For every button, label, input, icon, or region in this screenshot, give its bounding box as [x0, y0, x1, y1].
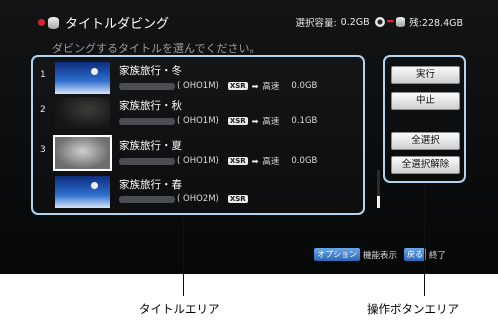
select-all-button[interactable]: 全選択 — [391, 132, 460, 150]
arrow-right-icon: ➡ — [386, 17, 395, 27]
footer-back-hint: 戻る 終了 — [404, 248, 446, 261]
title-size: 0.0GB — [291, 156, 318, 166]
back-key: 戻る — [404, 248, 426, 261]
title-name: 家族旅行・春 — [119, 179, 182, 191]
title-meta: ( OHO1M) XSR ➡ 高速 0.1GB — [119, 115, 317, 127]
header-title-group: タイトルダビング — [38, 13, 169, 32]
callout-line-title-area — [183, 215, 184, 296]
dub-speed: 高速 — [262, 117, 280, 127]
blurred-date — [119, 117, 175, 125]
row-number: 1 — [40, 70, 46, 80]
dub-speed: 高速 — [262, 157, 280, 167]
callout-button-area: 操作ボタンエリア — [367, 302, 459, 316]
title-duration: ( OHO2M) — [177, 194, 219, 204]
title-duration: ( OHO1M) — [177, 156, 219, 166]
capacity-value: 0.2GB — [340, 16, 370, 28]
title-meta: ( OHO1M) XSR ➡ 高速 0.0GB — [119, 155, 317, 167]
arrow-icon: ➡ — [251, 156, 259, 166]
row-number: 2 — [40, 105, 46, 115]
instruction-text: ダビングするタイトルを選んでください。 — [52, 42, 261, 55]
rec-mode-badge: XSR — [227, 117, 248, 125]
red-marker-icon — [38, 19, 45, 26]
arrow-icon: ➡ — [251, 116, 259, 126]
back-hint-label: 終了 — [429, 250, 447, 261]
title-list-panel: 1 家族旅行・冬 ( OHO1M) XSR ➡ 高速 0.0GB 2 家族旅行・… — [31, 55, 365, 215]
title-size: 0.1GB — [291, 116, 318, 126]
capacity-readout: 選択容量: 0.2GB ➡ 残:228.4GB — [295, 15, 463, 30]
title-duration: ( OHO1M) — [177, 116, 219, 126]
title-row[interactable]: 1 家族旅行・冬 ( OHO1M) XSR ➡ 高速 0.0GB — [33, 60, 363, 95]
stop-button[interactable]: 中止 — [391, 92, 460, 110]
blurred-date — [119, 82, 175, 90]
rec-mode-badge: XSR — [227, 195, 248, 203]
rec-mode-badge: XSR — [227, 82, 248, 90]
page-title: タイトルダビング — [65, 17, 170, 32]
disc-icon — [374, 17, 385, 27]
arrow-icon: ➡ — [251, 81, 259, 91]
rec-mode-badge: XSR — [227, 157, 248, 165]
deselect-all-button[interactable]: 全選択解除 — [391, 156, 460, 174]
title-meta: ( OHO1M) XSR ➡ 高速 0.0GB — [119, 80, 317, 92]
hdd-small-icon — [396, 17, 406, 27]
remaining-capacity: 残:228.4GB — [409, 18, 463, 29]
hdd-icon — [48, 16, 59, 29]
title-row[interactable]: 家族旅行・春 ( OHO2M) XSR — [33, 174, 363, 209]
capacity-label: 選択容量: — [295, 18, 337, 29]
title-duration: ( OHO1M) — [177, 81, 219, 91]
blurred-date — [119, 195, 175, 203]
title-name: 家族旅行・夏 — [119, 140, 182, 152]
title-name: 家族旅行・冬 — [119, 65, 182, 77]
title-meta: ( OHO2M) XSR — [119, 194, 252, 204]
callout-line-button-area — [424, 183, 425, 296]
moon-icon — [91, 182, 98, 189]
title-size: 0.0GB — [291, 81, 318, 91]
blurred-date — [119, 157, 175, 165]
moon-icon — [91, 68, 98, 75]
footer-option-hint: オプション 機能表示 — [314, 248, 397, 261]
title-thumbnail — [55, 62, 110, 94]
title-thumbnail — [55, 97, 110, 129]
title-thumbnail — [55, 176, 110, 208]
title-thumbnail — [53, 135, 112, 171]
callout-title-area: タイトルエリア — [139, 302, 220, 316]
scrollbar-thumb[interactable] — [377, 196, 380, 208]
execute-button[interactable]: 実行 — [391, 66, 460, 84]
title-row[interactable]: 2 家族旅行・秋 ( OHO1M) XSR ➡ 高速 0.1GB — [33, 95, 363, 130]
dub-speed: 高速 — [262, 82, 280, 92]
row-number: 3 — [40, 145, 46, 155]
operation-button-panel: 実行 中止 全選択 全選択解除 — [383, 55, 466, 183]
option-hint-label: 機能表示 — [363, 250, 398, 261]
title-name: 家族旅行・秋 — [119, 100, 182, 112]
option-key: オプション — [314, 248, 360, 261]
title-row-selected[interactable]: 3 家族旅行・夏 ( OHO1M) XSR ➡ 高速 0.0GB — [33, 135, 363, 171]
